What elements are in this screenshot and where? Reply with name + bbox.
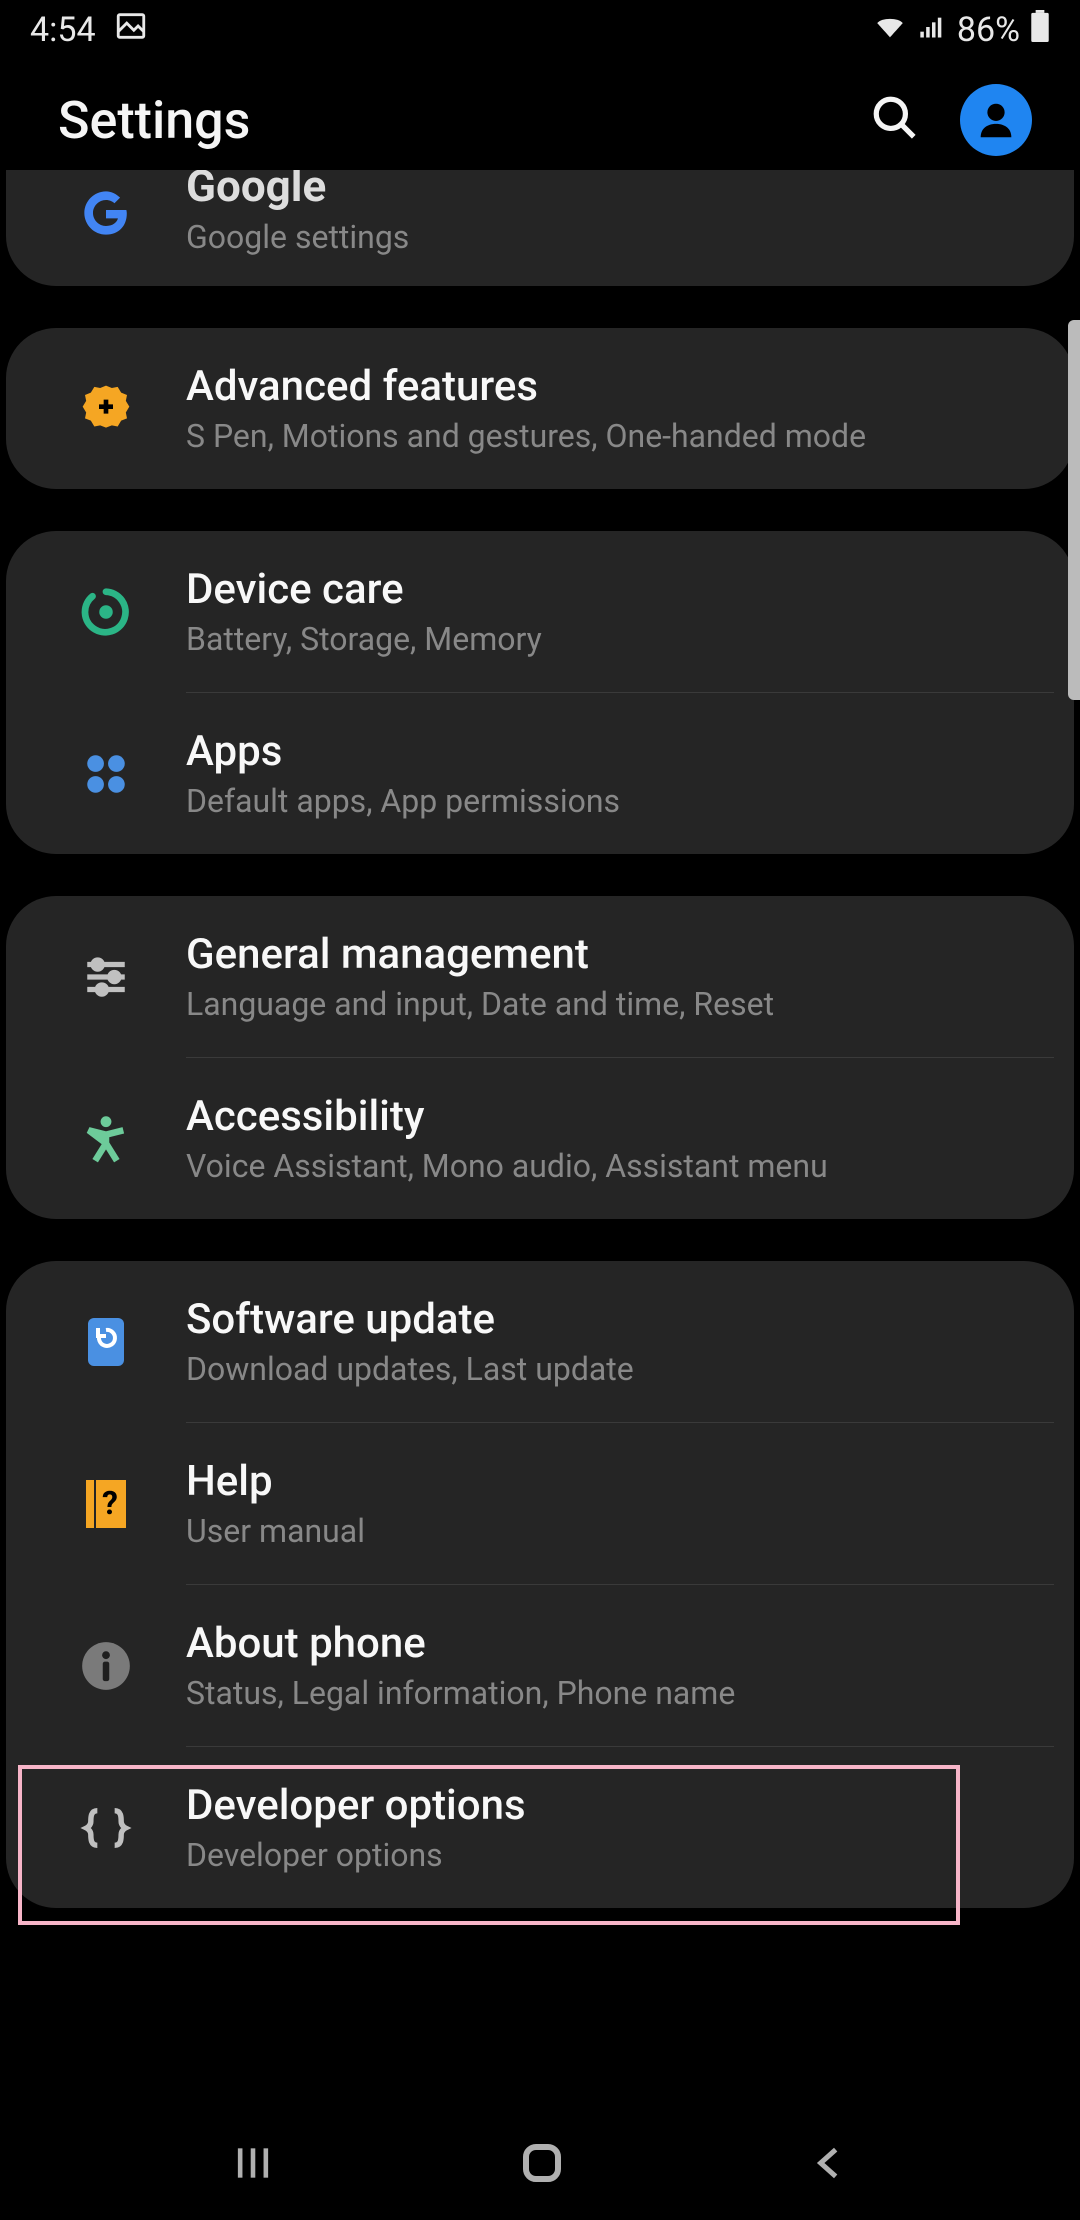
row-subtitle: Google settings (186, 218, 1054, 256)
nav-home-button[interactable] (518, 2139, 566, 2191)
device-care-icon (66, 577, 146, 647)
row-title: Help (186, 1457, 1054, 1506)
settings-item-help[interactable]: ? Help User manual (6, 1423, 1074, 1584)
row-subtitle: User manual (186, 1512, 1054, 1550)
row-subtitle: Voice Assistant, Mono audio, Assistant m… (186, 1147, 1054, 1185)
status-bar: 4:54 86% (0, 0, 1080, 60)
settings-item-apps[interactable]: Apps Default apps, App permissions (6, 693, 1074, 854)
row-title: Accessibility (186, 1092, 1054, 1141)
row-title: General management (186, 930, 1054, 979)
row-title: Software update (186, 1295, 1054, 1344)
nav-recents-button[interactable] (231, 2141, 275, 2189)
status-time: 4:54 (30, 10, 96, 50)
settings-item-google[interactable]: Google Google settings (6, 170, 1074, 286)
settings-group-system: Software update Download updates, Last u… (6, 1261, 1074, 1908)
wifi-icon (873, 9, 907, 52)
svg-text:?: ? (102, 1484, 118, 1522)
search-button[interactable] (870, 93, 920, 147)
sliders-icon (66, 942, 146, 1012)
row-title: About phone (186, 1619, 1054, 1668)
settings-list: Google Google settings Advanced features… (0, 170, 1080, 1908)
settings-item-accessibility[interactable]: Accessibility Voice Assistant, Mono audi… (6, 1058, 1074, 1219)
settings-group-device: Device care Battery, Storage, Memory App… (6, 531, 1074, 854)
info-icon (66, 1631, 146, 1701)
row-title: Advanced features (186, 362, 1054, 411)
row-subtitle: Default apps, App permissions (186, 782, 1054, 820)
battery-icon (1030, 10, 1050, 51)
row-subtitle: Battery, Storage, Memory (186, 620, 1054, 658)
google-icon (66, 178, 146, 248)
row-subtitle: Status, Legal information, Phone name (186, 1674, 1054, 1712)
settings-group-general: General management Language and input, D… (6, 896, 1074, 1219)
settings-item-about-phone[interactable]: About phone Status, Legal information, P… (6, 1585, 1074, 1746)
help-icon: ? (66, 1469, 146, 1539)
software-update-icon (66, 1307, 146, 1377)
settings-item-software-update[interactable]: Software update Download updates, Last u… (6, 1261, 1074, 1422)
row-title: Developer options (186, 1781, 1054, 1830)
apps-icon (66, 739, 146, 809)
image-icon (114, 9, 148, 52)
navigation-bar (0, 2110, 1080, 2220)
settings-group-advanced: Advanced features S Pen, Motions and ges… (6, 328, 1074, 489)
row-subtitle: Developer options (186, 1836, 1054, 1874)
braces-icon (66, 1793, 146, 1863)
accessibility-icon (66, 1104, 146, 1174)
row-title: Device care (186, 565, 1054, 614)
page-title: Settings (58, 90, 250, 151)
settings-item-advanced[interactable]: Advanced features S Pen, Motions and ges… (6, 328, 1074, 489)
account-button[interactable] (960, 84, 1032, 156)
settings-item-developer-options[interactable]: Developer options Developer options (6, 1747, 1074, 1908)
gear-plus-icon (66, 374, 146, 444)
battery-percent: 86% (957, 10, 1020, 50)
settings-group-google: Google Google settings (6, 170, 1074, 286)
row-subtitle: Language and input, Date and time, Reset (186, 985, 1054, 1023)
settings-item-device-care[interactable]: Device care Battery, Storage, Memory (6, 531, 1074, 692)
header: Settings (0, 60, 1080, 180)
row-subtitle: Download updates, Last update (186, 1350, 1054, 1388)
settings-item-general-management[interactable]: General management Language and input, D… (6, 896, 1074, 1057)
signal-icon (917, 10, 947, 50)
row-title: Google (186, 170, 1054, 212)
nav-back-button[interactable] (809, 2143, 849, 2187)
row-subtitle: S Pen, Motions and gestures, One-handed … (186, 417, 1054, 455)
row-title: Apps (186, 727, 1054, 776)
